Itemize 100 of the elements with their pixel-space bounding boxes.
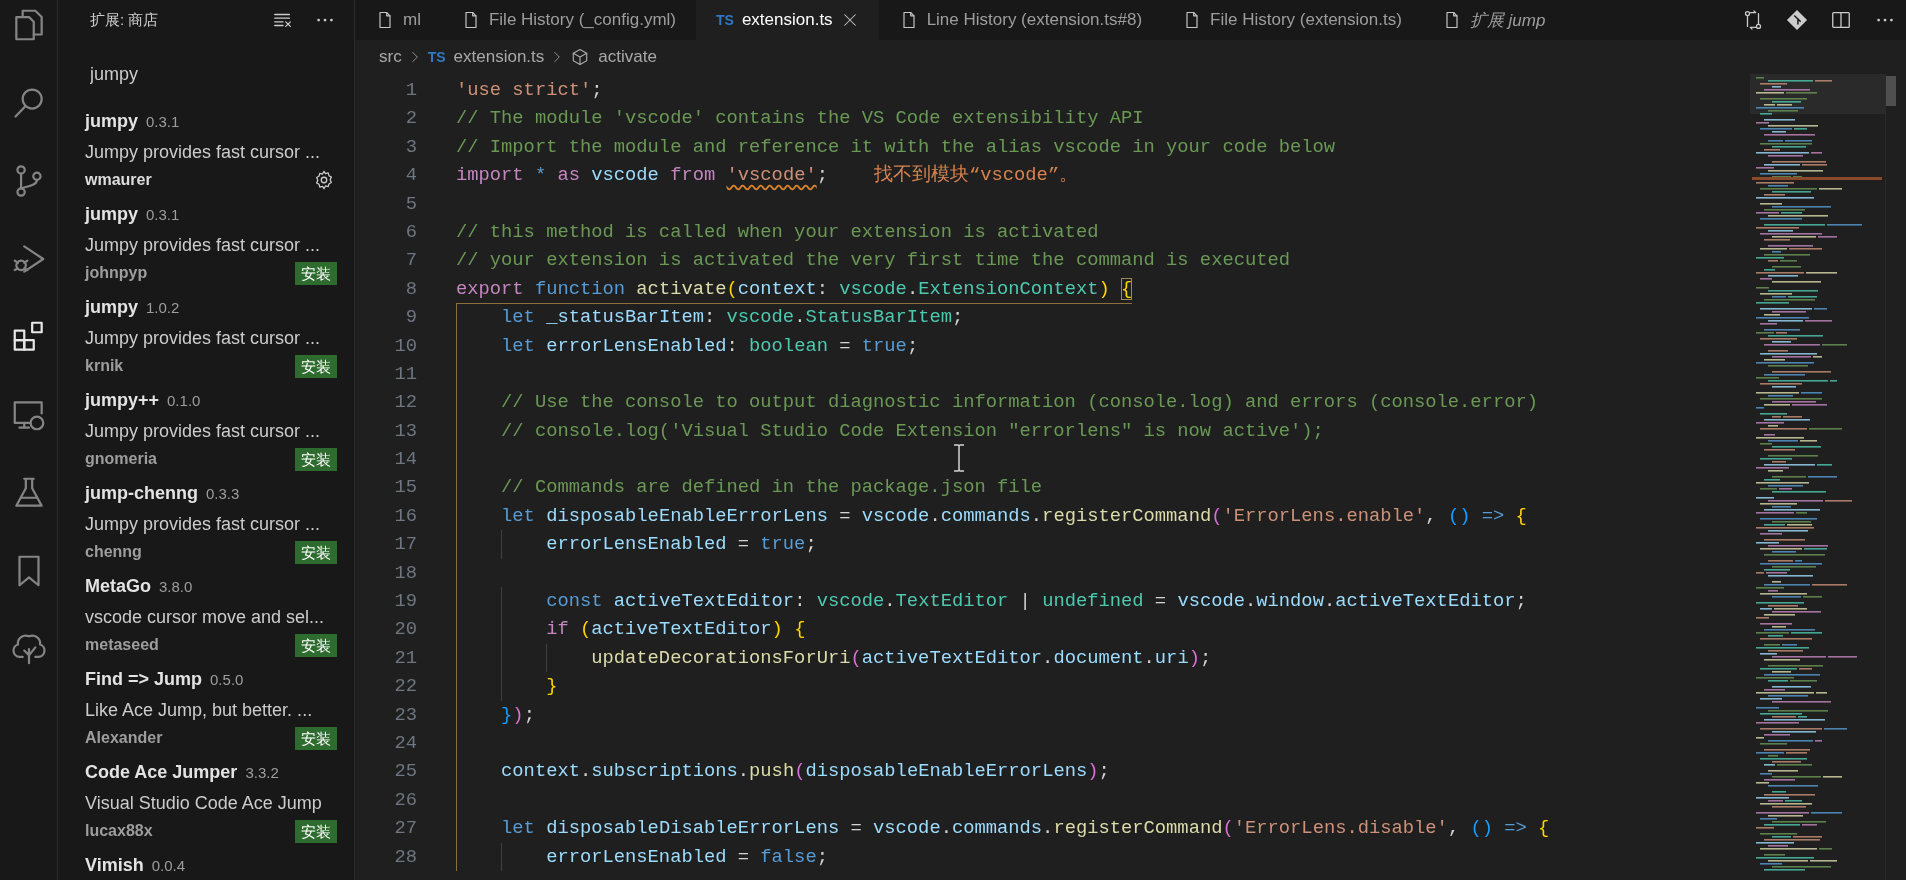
compare-changes-icon[interactable]	[1742, 9, 1764, 31]
extension-name: Code Ace Jumper	[85, 762, 238, 783]
code-line: let disposableDisableErrorLens = vscode.commands.registerCommand('ErrorLens.disable', () => {	[500, 817, 1550, 840]
sidebar-title: 扩展: 商店	[90, 10, 160, 30]
breadcrumb-item[interactable]: src	[379, 47, 402, 67]
extension-description: Jumpy provides fast cursor ...	[85, 327, 322, 350]
extension-description: Like Ace Jump, but better. ...	[85, 699, 314, 722]
breadcrumb-item[interactable]: activate	[570, 47, 657, 67]
code-line: let errorLensEnabled: boolean = true;	[500, 334, 919, 357]
extension-name: jump-chenng	[85, 483, 198, 504]
line-number: 13	[393, 418, 417, 444]
extension-description: vscode cursor move and sel...	[85, 606, 326, 629]
extension-version: 0.3.3	[206, 485, 240, 502]
extension-name: jumpy	[85, 204, 138, 225]
line-number: 26	[393, 787, 417, 813]
extension-publisher: chenng	[85, 543, 142, 561]
extension-version: 0.5.0	[210, 671, 244, 688]
install-button[interactable]: 安装	[295, 447, 337, 471]
code-line: const activeTextEditor: vscode.TextEditor | undefined = vscode.window.activeTextEditor;	[545, 590, 1527, 613]
line-number: 3	[404, 134, 417, 160]
install-button[interactable]: 安装	[295, 261, 337, 285]
line-number: 21	[393, 645, 417, 671]
line-number: 2	[404, 106, 417, 132]
install-button[interactable]: 安装	[295, 726, 337, 750]
line-number: 15	[393, 475, 417, 501]
line-number: 23	[393, 702, 417, 728]
extension-publisher: krnik	[85, 357, 124, 375]
git-icon[interactable]	[1786, 9, 1808, 31]
extension-name: jumpy	[85, 297, 138, 318]
extension-version: 0.0.4	[151, 857, 186, 874]
breadcrumb-item[interactable]: TS extension.ts	[427, 47, 545, 67]
code-line: // The module 'vscode' contains the VS Code extensibility API	[456, 107, 1144, 130]
extension-publisher: lucax88x	[85, 822, 153, 840]
extension-version: 0.3.1	[146, 206, 180, 223]
line-number: 5	[404, 191, 417, 217]
code-line: });	[500, 703, 535, 726]
extension-version: 3.3.2	[245, 764, 279, 781]
search-field[interactable]: jumpy	[86, 61, 344, 87]
line-number: 12	[393, 390, 417, 416]
install-button[interactable]: 安装	[295, 540, 337, 564]
line-number: 18	[393, 560, 417, 586]
code-line: // your extension is activated the very first time the command is executed	[456, 249, 1291, 272]
code-line: // Use the console to output diagnostic information (console.log) and errors (console.error)	[500, 391, 1538, 414]
line-number: 25	[393, 759, 417, 785]
line-number: 28	[393, 844, 417, 870]
extension-version: 1.0.2	[146, 299, 180, 316]
gear-icon[interactable]	[313, 169, 335, 191]
line-number: 9	[404, 305, 417, 331]
code-line: // this method is called when your extension is activated	[456, 220, 1099, 243]
extension-description: Jumpy provides fast cursor ...	[85, 141, 322, 164]
split-editor-icon[interactable]	[1830, 9, 1852, 31]
line-number: 20	[393, 617, 417, 643]
line-number: 6	[404, 219, 417, 245]
extension-name: MetaGo	[85, 576, 151, 597]
extension-publisher: wmaurer	[85, 171, 152, 189]
extension-publisher: johnpyp	[85, 264, 148, 282]
code-line: updateDecorationsForUri(activeTextEditor.document.uri);	[590, 646, 1212, 669]
code-line: let disposableEnableErrorLens = vscode.commands.registerCommand('ErrorLens.enable', () => {	[500, 504, 1527, 527]
extension-name: Find => Jump	[85, 669, 203, 690]
line-number: 16	[393, 503, 417, 529]
code-line: }	[545, 675, 558, 698]
code-line: let _statusBarItem: vscode.StatusBarItem;	[500, 306, 964, 329]
code-line: 'use strict';	[456, 79, 603, 101]
code-line: // Commands are defined in the package.json file	[500, 476, 1043, 499]
line-number: 8	[404, 276, 417, 302]
scrollbar-thumb[interactable]	[1886, 76, 1896, 106]
line-number: 19	[393, 589, 417, 615]
file-type-label: TS	[427, 49, 446, 65]
line-number: 14	[393, 447, 417, 473]
file-type-label: TS	[716, 12, 734, 28]
extension-description: Visual Studio Code Ace Jump	[85, 792, 323, 815]
line-number: 24	[393, 731, 417, 756]
code-line: // Import the module and reference it with the alias vscode in your code below	[456, 135, 1336, 158]
line-number: 1	[404, 78, 417, 103]
extension-version: 3.8.0	[159, 578, 193, 595]
error-lens-message: 找不到模块“vscode”。	[874, 164, 1079, 187]
code-line: export function activate(context: vscode.ExtensionContext) {	[456, 277, 1133, 300]
line-number: 7	[404, 248, 417, 274]
line-number: 17	[393, 532, 417, 558]
extension-name: Vimish	[85, 855, 144, 876]
extension-name: jumpy++	[85, 390, 160, 411]
line-number: 27	[393, 816, 417, 842]
extension-publisher: metaseed	[85, 636, 159, 654]
extension-version: 0.3.1	[146, 113, 180, 130]
extension-publisher: gnomeria	[85, 450, 157, 468]
editor-tab[interactable]: TS extension.ts	[696, 0, 879, 40]
install-button[interactable]: 安装	[295, 354, 337, 378]
code-line: if (activeTextEditor) {	[545, 618, 806, 641]
install-button[interactable]: 安装	[295, 819, 337, 843]
code-line: // console.log('Visual Studio Code Extension "errorlens" is now active');	[500, 419, 1324, 442]
text-cursor-icon	[953, 444, 965, 472]
extension-name: jumpy	[85, 111, 138, 132]
extension-description: Jumpy provides fast cursor ...	[85, 513, 322, 536]
line-number: 10	[393, 333, 417, 359]
code-line: context.subscriptions.push(disposableEnableErrorLens);	[500, 760, 1110, 783]
install-button[interactable]: 安装	[295, 633, 337, 657]
code-line: import * as vscode from 'vscode';	[456, 164, 828, 187]
extension-publisher: Alexander	[85, 729, 163, 747]
line-number: 11	[393, 361, 417, 387]
code-line: errorLensEnabled = false;	[545, 845, 828, 868]
